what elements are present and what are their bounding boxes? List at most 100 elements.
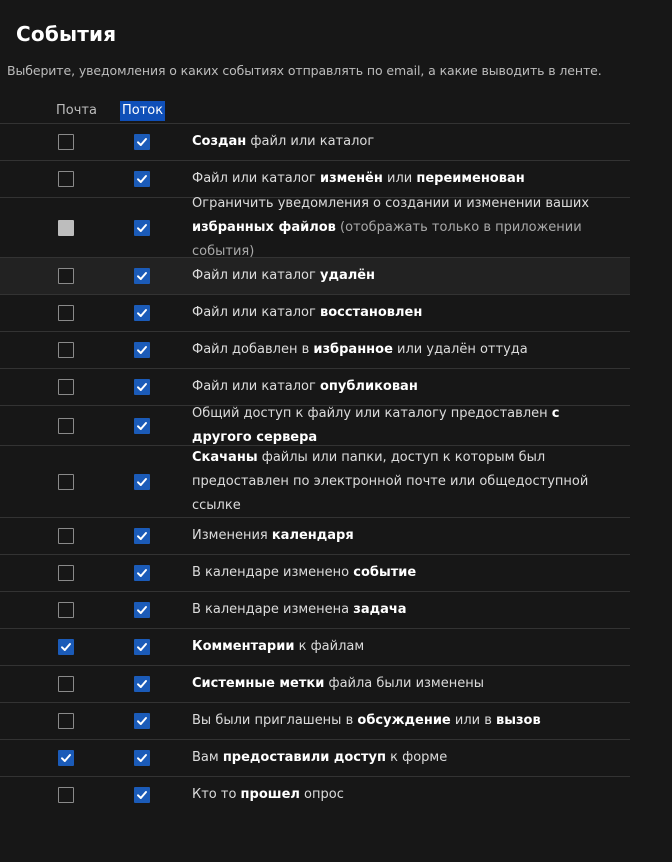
label-text: или в	[450, 713, 497, 728]
checkmark-icon	[137, 754, 147, 762]
label-emphasis: опубликован	[319, 379, 418, 394]
checkmark-icon	[61, 754, 71, 762]
label-emphasis: календаря	[271, 528, 354, 543]
table-row: Общий доступ к файлу или каталогу предос…	[0, 405, 630, 445]
label-text: Вы были приглашены в	[192, 713, 358, 728]
stream-checkbox-cell	[134, 379, 150, 395]
checkmark-icon	[137, 643, 147, 651]
row-label-deleted: Файл или каталог удалён	[192, 264, 620, 288]
column-header-stream: Поток	[120, 101, 166, 121]
checkmark-icon	[61, 643, 71, 651]
stream-checkbox-forms-shared[interactable]	[134, 750, 150, 766]
mail-checkbox-cell	[58, 676, 74, 692]
checkmark-icon	[137, 606, 147, 614]
stream-checkbox-cell	[134, 639, 150, 655]
notification-table: Создан файл или каталог Файл или каталог …	[0, 123, 630, 813]
label-emphasis: обсуждение	[357, 713, 451, 728]
mail-checkbox-remote-share[interactable]	[58, 417, 74, 434]
label-emphasis: восстановлен	[319, 305, 423, 320]
stream-checkbox-published[interactable]	[134, 379, 150, 395]
mail-checkbox-forms-shared[interactable]	[58, 750, 74, 766]
row-label-systemtags: Системные метки файла были изменены	[192, 672, 620, 696]
checkmark-icon	[137, 569, 147, 577]
row-label-changed: Файл или каталог изменён или переименова…	[192, 167, 620, 191]
checkmark-icon	[137, 175, 147, 183]
stream-checkbox-deleted[interactable]	[134, 268, 150, 284]
table-row: Файл или каталог восстановлен	[0, 294, 630, 331]
stream-checkbox-favorite[interactable]	[134, 342, 150, 358]
stream-checkbox-comments[interactable]	[134, 639, 150, 655]
label-text: или удалён оттуда	[392, 342, 528, 357]
checkmark-icon	[137, 421, 147, 430]
label-emphasis: событие	[353, 565, 417, 580]
stream-checkbox-downloaded[interactable]	[134, 473, 150, 490]
label-emphasis: предоставили доступ	[222, 750, 386, 765]
label-text: Вам	[192, 750, 223, 765]
checkmark-icon	[137, 532, 147, 540]
stream-checkbox-favorites-limit[interactable]	[134, 219, 150, 236]
checkmark-icon	[137, 223, 147, 232]
mail-checkbox-deleted[interactable]	[58, 268, 74, 284]
table-row: Файл или каталог опубликован	[0, 368, 630, 405]
mail-checkbox-cell	[58, 787, 74, 803]
checkmark-icon	[137, 791, 147, 799]
column-header-mail: Почта	[56, 103, 97, 118]
mail-checkbox-calendar[interactable]	[58, 528, 74, 544]
mail-checkbox-cell	[58, 565, 74, 581]
stream-checkbox-cell	[134, 713, 150, 729]
row-label-calendar: Изменения календаря	[192, 524, 620, 548]
mail-checkbox-downloaded[interactable]	[58, 473, 74, 490]
stream-checkbox-calendar-todo[interactable]	[134, 602, 150, 618]
mail-checkbox-cell	[58, 268, 74, 284]
mail-checkbox-calendar-event[interactable]	[58, 565, 74, 581]
stream-checkbox-remote-share[interactable]	[134, 417, 150, 434]
label-text: Ограничить уведомления о создании и изме…	[192, 195, 590, 211]
checkmark-icon	[137, 309, 147, 317]
stream-checkbox-calendar-event[interactable]	[134, 565, 150, 581]
table-row: Вы были приглашены в обсуждение или в вы…	[0, 702, 630, 739]
mail-checkbox-published[interactable]	[58, 379, 74, 395]
stream-checkbox-restored[interactable]	[134, 305, 150, 321]
label-text: Файл или каталог	[192, 268, 320, 283]
checkmark-icon	[137, 383, 147, 391]
stream-checkbox-cell	[134, 602, 150, 618]
mail-checkbox-systemtags[interactable]	[58, 676, 74, 692]
table-row: Изменения календаря	[0, 517, 630, 554]
stream-checkbox-created[interactable]	[134, 134, 150, 150]
row-label-talk: Вы были приглашены в обсуждение или в вы…	[192, 709, 620, 733]
stream-checkbox-systemtags[interactable]	[134, 676, 150, 692]
mail-checkbox-talk[interactable]	[58, 713, 74, 729]
table-row: Кто то прошел опрос	[0, 776, 630, 813]
mail-checkbox-changed[interactable]	[58, 171, 74, 187]
label-text: к файлам	[294, 639, 365, 654]
label-emphasis: вызов	[496, 713, 541, 728]
label-text: Общий доступ к файлу или каталогу предос…	[192, 405, 552, 421]
label-emphasis: Системные метки	[192, 676, 325, 691]
label-emphasis: избранных файлов	[192, 219, 336, 235]
mail-checkbox-calendar-todo[interactable]	[58, 602, 74, 618]
stream-checkbox-talk[interactable]	[134, 713, 150, 729]
label-text: или	[382, 171, 417, 186]
label-emphasis: избранное	[313, 342, 393, 357]
stream-checkbox-forms-answered[interactable]	[134, 787, 150, 803]
table-row: Файл или каталог удалён	[0, 257, 630, 294]
stream-checkbox-calendar[interactable]	[134, 528, 150, 544]
table-row: Файл добавлен в избранное или удалён отт…	[0, 331, 630, 368]
table-row: В календаре изменено событие	[0, 554, 630, 591]
mail-checkbox-restored[interactable]	[58, 305, 74, 321]
stream-checkbox-changed[interactable]	[134, 171, 150, 187]
table-row: В календаре изменена задача	[0, 591, 630, 628]
row-label-published: Файл или каталог опубликован	[192, 375, 620, 399]
label-emphasis: задача	[353, 602, 407, 617]
mail-checkbox-comments[interactable]	[58, 639, 74, 655]
label-emphasis: прошел	[240, 787, 300, 802]
section-title: События	[16, 22, 117, 46]
mail-checkbox-forms-answered[interactable]	[58, 787, 74, 803]
mail-checkbox-favorite[interactable]	[58, 342, 74, 358]
stream-checkbox-cell	[134, 750, 150, 766]
checkmark-icon	[137, 717, 147, 725]
mail-checkbox-created[interactable]	[58, 134, 74, 150]
table-row: Системные метки файла были изменены	[0, 665, 630, 702]
row-label-favorites-limit: Ограничить уведомления о создании и изме…	[192, 192, 620, 264]
stream-checkbox-cell	[134, 676, 150, 692]
